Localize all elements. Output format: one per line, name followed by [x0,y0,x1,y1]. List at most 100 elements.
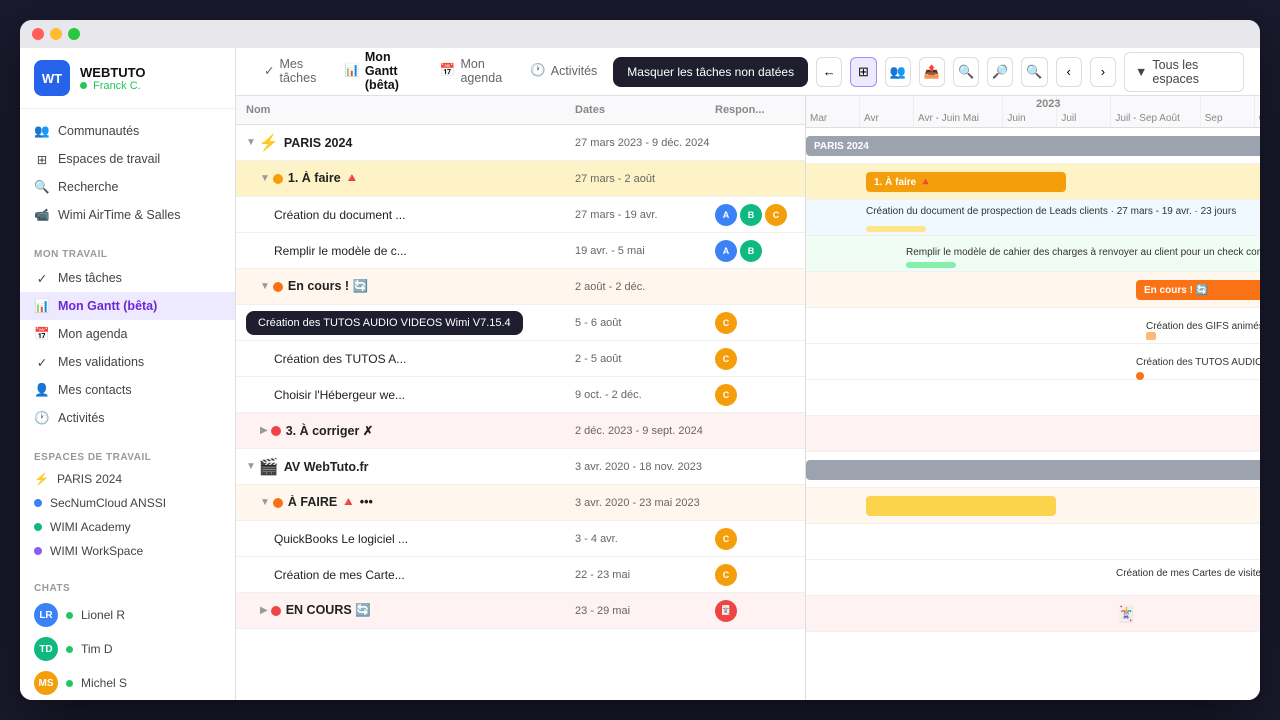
task-resp: C [715,348,795,370]
task-row[interactable]: ▼ À FAIRE 🔺 ••• 3 avr. 2020 - 23 mai 202… [236,485,805,521]
top-right-actions: Masquer les tâches non datées ← ⊞ 👥 📤 🔍 … [613,52,1244,92]
task-row[interactable]: Remplir le modèle de c... 19 avr. - 5 ma… [236,233,805,269]
task-dates: 2 - 5 août [575,353,715,365]
top-nav: ✓ Mes tâches 📊 Mon Gantt (bêta) 📅 Mon ag… [236,48,1260,96]
minimize-button[interactable] [50,28,62,40]
task-list: Nom Dates Respon... ▼ ⚡ PARIS 2024 27 ma… [236,96,806,700]
nav-prev-btn[interactable]: ← [816,57,842,87]
maximize-button[interactable] [68,28,80,40]
resp-avatar: C [715,348,737,370]
nav-people-btn[interactable]: 👥 [885,57,911,87]
task-dates: 27 mars 2023 - 9 déc. 2024 [575,137,715,149]
resp-avatar: C [715,564,737,586]
task-dates: 27 mars - 19 avr. [575,209,715,221]
resp-avatar: B [740,204,762,226]
online-dot-lionel [66,612,73,619]
chevron-icon[interactable]: ▶ [260,425,268,436]
gantt-row: PARIS 2024 [806,128,1260,164]
month-juil-sep: Juil - Sep Août [1111,96,1200,127]
sidebar-item-espaces[interactable]: ⊞ Espaces de travail [20,145,235,173]
task-dates: 3 - 4 avr. [575,533,715,545]
sidebar-item-mon-agenda[interactable]: 📅 Mon agenda [20,320,235,348]
task-row[interactable]: Création de mes Carte... 22 - 23 mai C [236,557,805,593]
month-avr-juin: Avr - Juin Mai [914,96,1003,127]
task-row[interactable]: Création du document ... 27 mars - 19 av… [236,197,805,233]
sidebar-mon-travail: MON TRAVAIL ✓ Mes tâches 📊 Mon Gantt (bê… [20,237,235,440]
task-row[interactable]: ▶ EN COURS 🔄 23 - 29 mai 🃏 [236,593,805,629]
workspace-secnumcloud[interactable]: SecNumCloud ANSSI [20,491,235,515]
zoom-reset-btn[interactable]: 🔍 [1021,57,1047,87]
gantt-chart[interactable]: 2023 Mar Avr Avr - Juin Mai Juin Juil Ju… [806,96,1260,700]
zoom-in-btn[interactable]: 🔎 [987,57,1013,87]
tab-activites[interactable]: 🕐 Activités [518,57,609,86]
task-name: Création du document ... [274,208,575,222]
chevron-icon[interactable]: ▼ [246,137,256,148]
nav-right-btn[interactable]: › [1090,57,1116,87]
workspace-paris2024[interactable]: ⚡ PARIS 2024 [20,467,235,491]
chat-avatar-tim: TD [34,637,58,661]
main-layout: WT WEBTUTO Franck C. 👥 Communautés ⊞ [20,48,1260,700]
task-dates: 9 oct. - 2 déc. [575,389,715,401]
chevron-icon[interactable]: ▼ [246,461,256,472]
task-row[interactable]: ▼ 🎬 AV WebTuto.fr 3 avr. 2020 - 18 nov. … [236,449,805,485]
task-row[interactable]: Création des TUTOS AUDIO VIDEOS Wimi V7.… [236,341,805,377]
sidebar-item-activites[interactable]: 🕐 Activités [20,404,235,432]
sidebar-item-mes-contacts[interactable]: 👤 Mes contacts [20,376,235,404]
tab-mes-taches[interactable]: ✓ Mes tâches [252,51,328,93]
task-resp: C [715,384,795,406]
gantt-dot [1136,372,1144,380]
workspace-wimi-academy[interactable]: WIMI Academy [20,515,235,539]
sidebar-item-recherche[interactable]: 🔍 Recherche [20,173,235,201]
gantt-row [806,524,1260,560]
nav-share-btn[interactable]: 📤 [919,57,945,87]
tab-mon-gantt[interactable]: 📊 Mon Gantt (bêta) [332,48,424,100]
gantt-bar-av [806,460,1260,480]
chat-lionel[interactable]: LR Lionel R [20,598,235,632]
nav-grid-btn[interactable]: ⊞ [850,57,876,87]
close-button[interactable] [32,28,44,40]
gantt-bar-afaire: 1. À faire 🔺 [866,172,1066,192]
sidebar-item-mes-taches[interactable]: ✓ Mes tâches [20,264,235,292]
gantt-months-row: Mar Avr Avr - Juin Mai Juin Juil Juil - … [806,96,1260,127]
zoom-out-btn[interactable]: 🔍 [953,57,979,87]
gantt-label-gifs: Création des GIFS animés de Wimi V7.15.4… [1146,316,1260,334]
task-dates: 22 - 23 mai [575,569,715,581]
secnum-dot [34,499,42,507]
resp-avatar: C [715,528,737,550]
sidebar-item-communautes[interactable]: 👥 Communautés [20,117,235,145]
chevron-icon[interactable]: ▶ [260,605,268,616]
task-row[interactable]: ▼ ⚡ PARIS 2024 27 mars 2023 - 9 déc. 202… [236,125,805,161]
task-row[interactable]: Choisir l'Hébergeur we... 9 oct. - 2 déc… [236,377,805,413]
task-row[interactable]: ▶ 3. À corriger ✗ 2 déc. 2023 - 9 sept. … [236,413,805,449]
task-name: Choisir l'Hébergeur we... [274,388,575,402]
chevron-icon[interactable]: ▼ [260,281,270,292]
task-row[interactable]: QuickBooks Le logiciel ... 3 - 4 avr. C [236,521,805,557]
resp-avatar: 🃏 [715,600,737,622]
sidebar-item-mon-gantt[interactable]: 📊 Mon Gantt (bêta) [20,292,235,320]
gantt-row: Création des GIFS animés de Wimi V7.15.4… [806,308,1260,344]
status-dot [273,498,283,508]
gantt-row [806,488,1260,524]
chevron-icon[interactable]: ▼ [260,497,270,508]
filter-spaces-btn[interactable]: ▼ Tous les espaces [1124,52,1244,92]
nav-left-btn[interactable]: ‹ [1056,57,1082,87]
task-row[interactable]: ▼ 1. À faire 🔺 27 mars - 2 août [236,161,805,197]
task-dates: 23 - 29 mai [575,605,715,617]
chat-tim[interactable]: TD Tim D [20,632,235,666]
workspace-wimi-workspace[interactable]: WIMI WorkSpace [20,539,235,563]
task-row[interactable]: ▼ En cours ! 🔄 2 août - 2 déc. [236,269,805,305]
tab-mon-agenda[interactable]: 📅 Mon agenda [428,51,514,93]
task-name: Création de mes Carte... [274,568,575,582]
col-header-resp: Respon... [715,104,795,116]
chat-avatar-michel: MS [34,671,58,695]
chevron-icon[interactable]: ▼ [260,173,270,184]
gantt-area: Nom Dates Respon... ▼ ⚡ PARIS 2024 27 ma… [236,96,1260,700]
chat-michel[interactable]: MS Michel S [20,666,235,700]
task-resp: 🃏 [715,600,795,622]
task-dates: 3 avr. 2020 - 18 nov. 2023 [575,461,715,473]
sidebar-item-mes-validations[interactable]: ✓ Mes validations [20,348,235,376]
section-title-travail: MON TRAVAIL [20,245,235,264]
community-icon: 👥 [34,123,50,139]
section-title-espaces: ESPACES DE TRAVAIL [20,448,235,467]
sidebar-item-wimi-airtime[interactable]: 📹 Wimi AirTime & Salles [20,201,235,229]
